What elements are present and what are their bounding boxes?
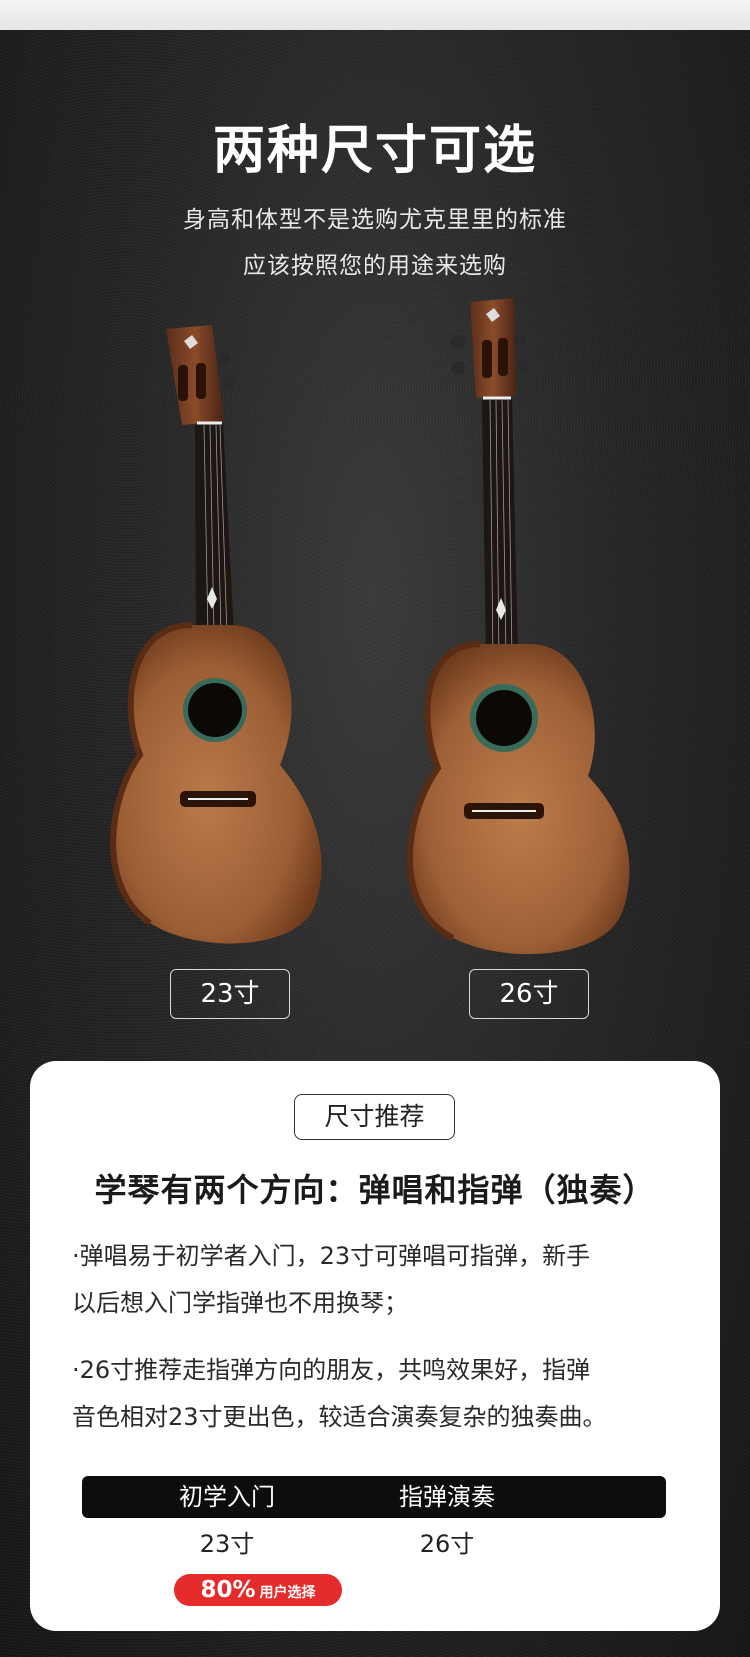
paragraph-line: 以后想入门学指弹也不用换琴； [72,1289,408,1317]
choice-label-beginner: 初学入门 [179,1483,275,1511]
size-label-26: 26寸 [469,969,589,1019]
page-title: 两种尺寸可选 [212,121,537,181]
top-strip [0,0,750,30]
paragraph-line: ·弹唱易于初学者入门，23寸可弹唱可指弹，新手 [72,1242,591,1270]
choice-header-bar: 初学入门 指弹演奏 [82,1476,666,1518]
subtitle-line-2: 应该按照您的用途来选购 [243,253,507,279]
card-tag: 尺寸推荐 [294,1094,455,1140]
badge-percent: 80% [200,1577,256,1603]
badge-text: 用户选择 [259,1585,316,1601]
choice-label-fingerstyle: 指弹演奏 [399,1483,495,1511]
card-heading: 学琴有两个方向：弹唱和指弹（独奏） [94,1171,656,1209]
ukulele-23-image [110,325,322,944]
choice-value-fingerstyle: 26寸 [419,1530,475,1558]
choice-value-beginner: 23寸 [199,1530,255,1558]
ukulele-26-image [406,298,630,955]
paragraph-strumming: ·弹唱易于初学者入门，23寸可弹唱可指弹，新手 以后想入门学指弹也不用换琴； [72,1233,692,1327]
paragraph-fingerstyle: ·26寸推荐走指弹方向的朋友，共鸣效果好，指弹 音色相对23寸更出色，较适合演奏… [72,1347,692,1441]
user-choice-badge: 80% 用户选择 [174,1574,342,1606]
subtitle-line-1: 身高和体型不是选购尤克里里的标准 [183,207,567,233]
paragraph-line: 音色相对23寸更出色，较适合演奏复杂的独奏曲。 [72,1403,607,1431]
paragraph-line: ·26寸推荐走指弹方向的朋友，共鸣效果好，指弹 [72,1356,591,1384]
recommendation-card: 尺寸推荐 学琴有两个方向：弹唱和指弹（独奏） ·弹唱易于初学者入门，23寸可弹唱… [30,1061,720,1631]
size-label-23: 23寸 [170,969,290,1019]
